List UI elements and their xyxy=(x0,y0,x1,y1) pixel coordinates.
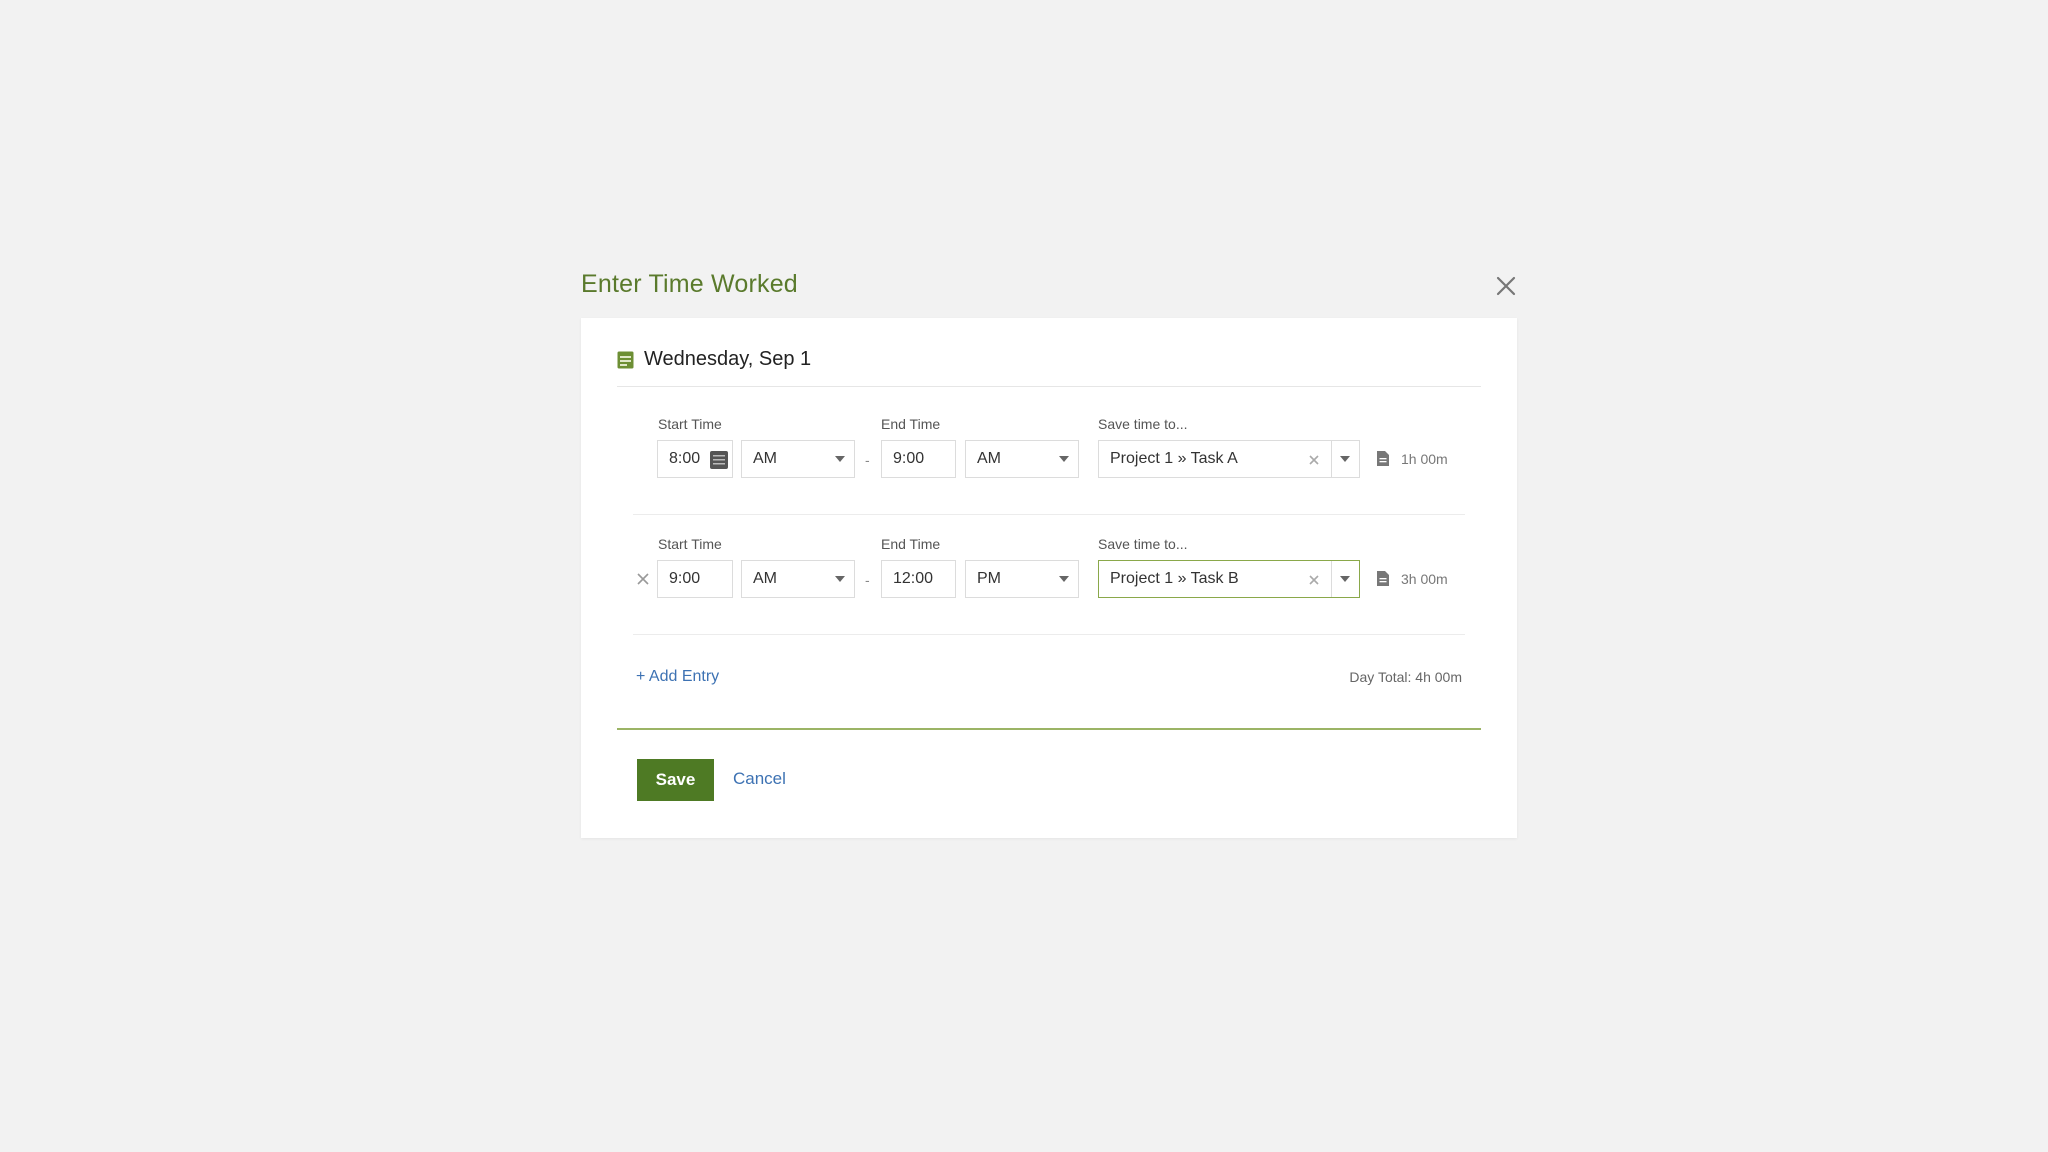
start-time-label: Start Time xyxy=(658,416,722,432)
start-time-input[interactable]: 9:00 xyxy=(657,560,733,598)
project-value: Project 1 » Task B xyxy=(1110,570,1239,587)
chevron-down-icon xyxy=(835,456,845,462)
select-divider xyxy=(1331,441,1332,477)
day-total: Day Total: 4h 00m xyxy=(1349,669,1462,685)
end-ampm-value: PM xyxy=(977,570,1001,587)
end-time-value: 9:00 xyxy=(893,450,925,467)
calendar-icon xyxy=(617,351,634,369)
time-entry-row: Start Time 8:00 AM - End Time 9:00 AM Sa… xyxy=(581,416,1517,496)
divider xyxy=(617,728,1481,730)
end-time-input[interactable]: 9:00 xyxy=(881,440,956,478)
end-time-label: End Time xyxy=(881,416,941,432)
document-icon[interactable] xyxy=(1376,570,1390,587)
save-time-label: Save time to... xyxy=(1098,416,1188,432)
add-entry-link[interactable]: + Add Entry xyxy=(636,668,719,686)
modal-title: Enter Time Worked xyxy=(581,270,798,298)
project-select[interactable]: Project 1 » Task B xyxy=(1098,560,1360,598)
day-title: Wednesday, Sep 1 xyxy=(644,348,812,370)
end-time-input[interactable]: 12:00 xyxy=(881,560,956,598)
end-time-label: End Time xyxy=(881,536,941,552)
start-ampm-value: AM xyxy=(753,570,777,587)
clear-icon[interactable] xyxy=(1307,573,1321,587)
entry-duration: 3h 00m xyxy=(1401,571,1448,587)
document-icon[interactable] xyxy=(1376,450,1390,467)
chevron-down-icon xyxy=(835,576,845,582)
time-entry-card: Wednesday, Sep 1 Start Time 8:00 AM - En… xyxy=(581,318,1517,838)
divider xyxy=(633,634,1465,635)
divider xyxy=(617,386,1481,387)
close-icon xyxy=(1496,276,1516,296)
time-separator: - xyxy=(865,572,870,588)
start-time-label: Start Time xyxy=(658,536,722,552)
chevron-down-icon xyxy=(1340,576,1350,582)
entry-duration: 1h 00m xyxy=(1401,451,1448,467)
start-time-value: 9:00 xyxy=(669,570,701,587)
save-time-label: Save time to... xyxy=(1098,536,1188,552)
end-ampm-select[interactable]: AM xyxy=(965,440,1079,478)
close-button[interactable] xyxy=(1494,274,1518,298)
chevron-down-icon xyxy=(1340,456,1350,462)
clock-icon[interactable] xyxy=(710,451,728,469)
project-value: Project 1 » Task A xyxy=(1110,450,1238,467)
end-time-value: 12:00 xyxy=(893,570,934,587)
day-header: Wednesday, Sep 1 xyxy=(617,348,811,371)
time-separator: - xyxy=(865,452,870,468)
end-ampm-value: AM xyxy=(977,450,1001,467)
select-divider xyxy=(1331,561,1332,597)
cancel-button[interactable]: Cancel xyxy=(733,769,786,789)
clear-icon[interactable] xyxy=(1307,453,1321,467)
end-ampm-select[interactable]: PM xyxy=(965,560,1079,598)
time-entry-row: Start Time 9:00 AM - End Time 12:00 PM S… xyxy=(581,536,1517,616)
page: Enter Time Worked Wednesday, Sep 1 Start… xyxy=(0,0,2048,1152)
start-time-value: 8:00 xyxy=(669,450,701,467)
save-button[interactable]: Save xyxy=(637,759,714,801)
start-time-input[interactable]: 8:00 xyxy=(657,440,733,478)
start-ampm-select[interactable]: AM xyxy=(741,560,855,598)
project-select[interactable]: Project 1 » Task A xyxy=(1098,440,1360,478)
start-ampm-value: AM xyxy=(753,450,777,467)
start-ampm-select[interactable]: AM xyxy=(741,440,855,478)
chevron-down-icon xyxy=(1059,456,1069,462)
remove-entry-icon[interactable] xyxy=(636,572,650,586)
chevron-down-icon xyxy=(1059,576,1069,582)
divider xyxy=(633,514,1465,515)
